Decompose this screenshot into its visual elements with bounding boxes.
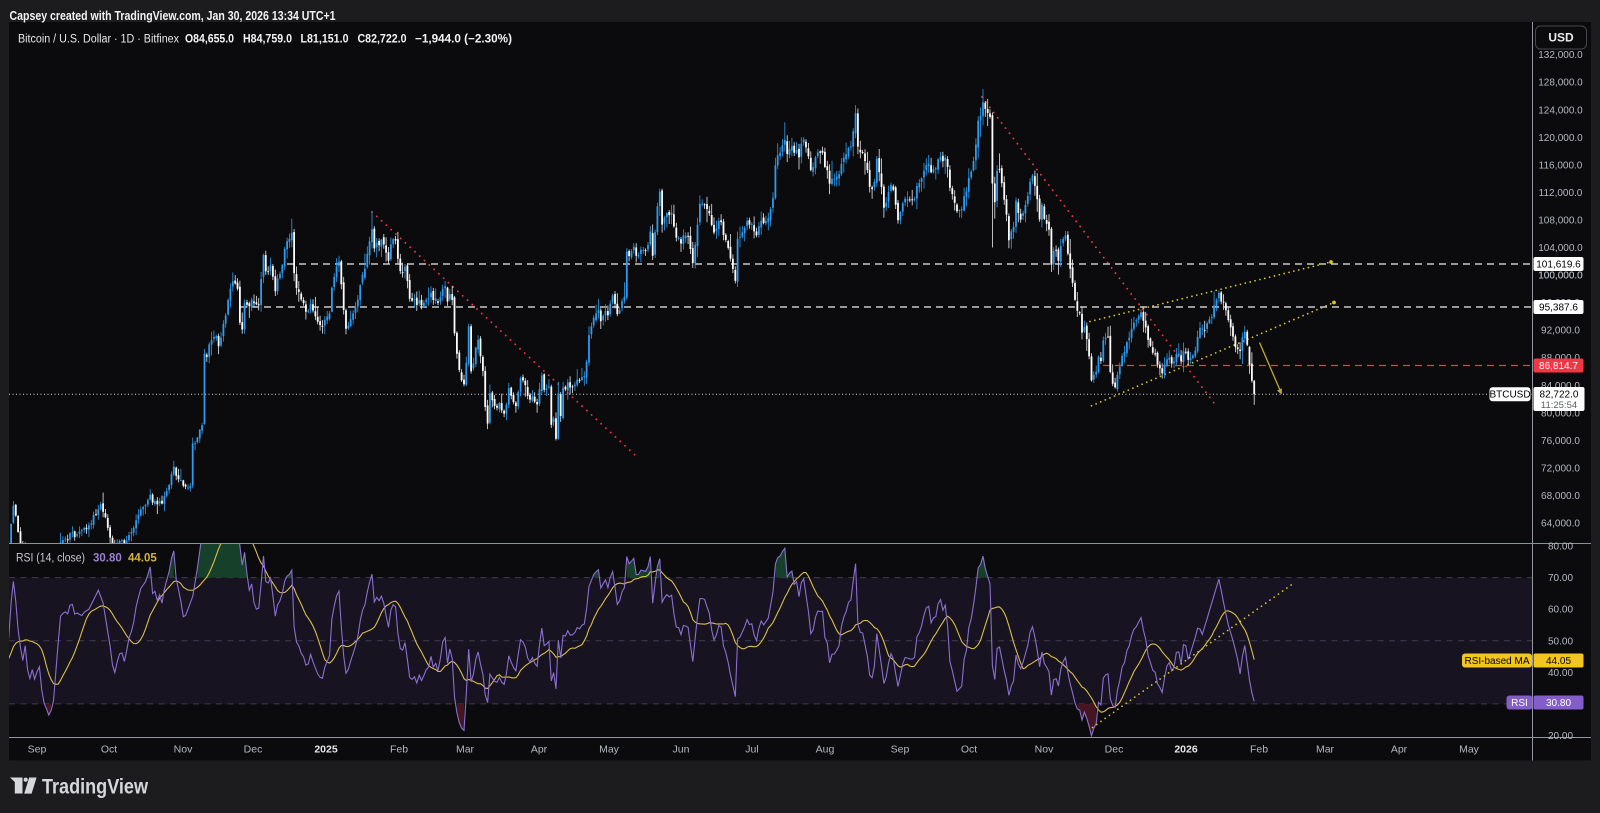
svg-text:Sep: Sep bbox=[28, 744, 47, 756]
svg-text:C82,722.0: C82,722.0 bbox=[358, 34, 407, 46]
svg-text:101,619.6: 101,619.6 bbox=[1536, 260, 1581, 271]
svg-text:Bitcoin / U.S. Dollar · 1D · B: Bitcoin / U.S. Dollar · 1D · Bitfinex bbox=[18, 34, 179, 46]
svg-text:64,000.0: 64,000.0 bbox=[1541, 519, 1580, 530]
svg-text:20.00: 20.00 bbox=[1548, 731, 1573, 742]
svg-text:BTCUSD: BTCUSD bbox=[1489, 390, 1530, 401]
svg-text:Feb: Feb bbox=[390, 744, 408, 756]
svg-text:2025: 2025 bbox=[314, 744, 338, 756]
svg-text:USD: USD bbox=[1548, 31, 1574, 45]
svg-text:Apr: Apr bbox=[1391, 744, 1408, 756]
svg-text:70.00: 70.00 bbox=[1548, 573, 1573, 584]
svg-text:Nov: Nov bbox=[174, 744, 193, 756]
svg-text:RSI-based MA: RSI-based MA bbox=[1464, 656, 1529, 667]
svg-text:120,000.0: 120,000.0 bbox=[1538, 133, 1583, 144]
svg-text:May: May bbox=[599, 744, 620, 756]
svg-text:Jun: Jun bbox=[673, 744, 690, 756]
svg-text:Mar: Mar bbox=[1316, 744, 1335, 756]
svg-text:60.00: 60.00 bbox=[1548, 605, 1573, 616]
svg-text:2026: 2026 bbox=[1174, 744, 1198, 756]
svg-text:112,000.0: 112,000.0 bbox=[1539, 188, 1583, 199]
svg-text:72,000.0: 72,000.0 bbox=[1541, 463, 1580, 474]
svg-text:Capsey created with TradingVie: Capsey created with TradingView.com, Jan… bbox=[10, 8, 336, 23]
svg-text:Mar: Mar bbox=[456, 744, 475, 756]
svg-text:Aug: Aug bbox=[816, 744, 835, 756]
svg-text:H84,759.0: H84,759.0 bbox=[243, 34, 292, 46]
svg-text:Oct: Oct bbox=[101, 744, 117, 756]
svg-text:RSI (14, close): RSI (14, close) bbox=[16, 553, 85, 565]
svg-text:50.00: 50.00 bbox=[1548, 636, 1573, 647]
svg-text:Dec: Dec bbox=[244, 744, 263, 756]
svg-text:100,000.0: 100,000.0 bbox=[1538, 271, 1583, 282]
svg-text:86,814.7: 86,814.7 bbox=[1539, 361, 1578, 372]
svg-text:40.00: 40.00 bbox=[1548, 668, 1573, 679]
svg-text:Apr: Apr bbox=[531, 744, 548, 756]
svg-text:Jul: Jul bbox=[745, 744, 758, 756]
svg-text:82,722.0: 82,722.0 bbox=[1540, 390, 1579, 401]
svg-text:O84,655.0: O84,655.0 bbox=[185, 34, 234, 46]
svg-text:L81,151.0: L81,151.0 bbox=[301, 34, 349, 46]
svg-text:Sep: Sep bbox=[891, 744, 910, 756]
svg-text:30.80: 30.80 bbox=[93, 553, 122, 565]
svg-text:116,000.0: 116,000.0 bbox=[1539, 160, 1583, 171]
svg-text:80.00: 80.00 bbox=[1548, 542, 1573, 553]
svg-text:Nov: Nov bbox=[1035, 744, 1054, 756]
svg-text:Oct: Oct bbox=[961, 744, 977, 756]
svg-text:30.80: 30.80 bbox=[1546, 698, 1571, 709]
svg-text:44.05: 44.05 bbox=[128, 553, 157, 565]
svg-text:104,000.0: 104,000.0 bbox=[1538, 243, 1583, 254]
svg-text:Dec: Dec bbox=[1105, 744, 1124, 756]
svg-text:92,000.0: 92,000.0 bbox=[1541, 326, 1580, 337]
svg-text:May: May bbox=[1459, 744, 1480, 756]
svg-text:Feb: Feb bbox=[1250, 744, 1268, 756]
svg-text:68,000.0: 68,000.0 bbox=[1541, 491, 1580, 502]
svg-text:TradingView: TradingView bbox=[42, 775, 148, 799]
svg-text:95,387.6: 95,387.6 bbox=[1539, 303, 1578, 314]
svg-text:108,000.0: 108,000.0 bbox=[1538, 216, 1583, 227]
svg-text:RSI: RSI bbox=[1511, 698, 1528, 709]
svg-text:132,000.0: 132,000.0 bbox=[1538, 50, 1583, 61]
svg-text:76,000.0: 76,000.0 bbox=[1541, 436, 1580, 447]
svg-text:124,000.0: 124,000.0 bbox=[1538, 105, 1583, 116]
svg-text:128,000.0: 128,000.0 bbox=[1538, 78, 1583, 89]
svg-text:44.05: 44.05 bbox=[1546, 656, 1571, 667]
svg-text:−1,944.0 (−2.30%): −1,944.0 (−2.30%) bbox=[415, 34, 512, 46]
svg-text:11:25:54: 11:25:54 bbox=[1541, 400, 1577, 411]
